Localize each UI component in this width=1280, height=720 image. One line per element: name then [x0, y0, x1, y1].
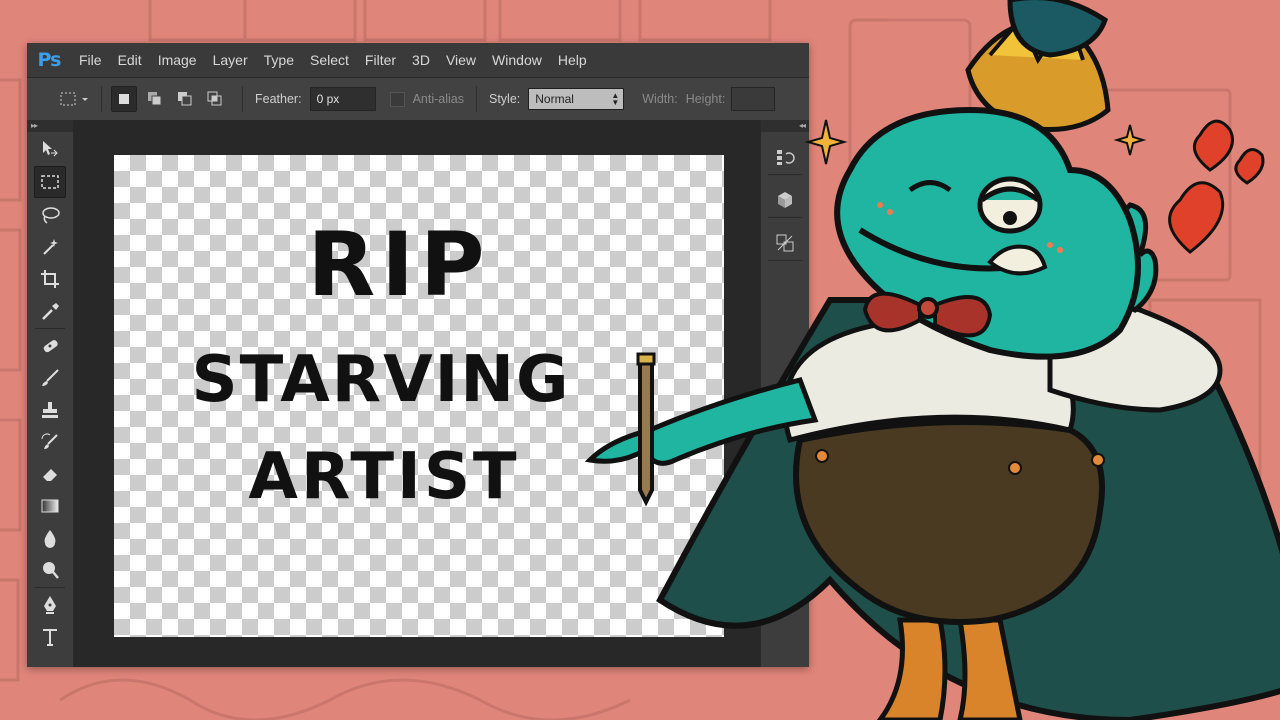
menu-edit[interactable]: Edit	[110, 52, 150, 68]
anti-alias-label: Anti-alias	[412, 92, 464, 106]
pen-tool[interactable]	[35, 590, 65, 620]
feather-label: Feather:	[255, 92, 302, 106]
healing-brush-tool[interactable]	[35, 331, 65, 361]
brush-icon	[42, 369, 59, 386]
crop-icon	[41, 270, 59, 288]
clone-stamp-icon	[42, 402, 58, 418]
collapse-tools-icon[interactable]: ▸▸	[27, 120, 73, 132]
history-brush-icon	[41, 433, 58, 449]
pencil-icon	[636, 352, 656, 507]
new-selection-button[interactable]	[111, 86, 137, 112]
menu-file[interactable]: File	[71, 52, 110, 68]
dodge-icon	[43, 562, 59, 579]
lasso-icon	[42, 207, 60, 224]
menu-type[interactable]: Type	[256, 52, 302, 68]
blur-icon	[44, 530, 56, 548]
crop-tool[interactable]	[35, 264, 65, 294]
dodge-tool[interactable]	[35, 555, 65, 585]
heart-icon	[1168, 119, 1265, 254]
brush-tool[interactable]	[35, 363, 65, 393]
rectangular-marquee-tool[interactable]	[34, 166, 66, 198]
menu-window[interactable]: Window	[484, 52, 550, 68]
feather-input[interactable]: 0 px	[309, 87, 376, 111]
pen-icon	[44, 596, 56, 614]
style-select-value: Normal	[535, 92, 574, 106]
rectangular-marquee-icon	[41, 175, 59, 189]
magic-wand-icon	[43, 239, 58, 255]
type-tool[interactable]	[35, 622, 65, 652]
intersect-selection-icon	[207, 91, 222, 106]
frog-artist-illustration	[584, 0, 1280, 720]
new-selection-icon	[119, 94, 129, 104]
marquee-preset-icon	[60, 92, 88, 106]
style-label: Style:	[488, 92, 521, 106]
clone-stamp-tool[interactable]	[35, 395, 65, 425]
menu-image[interactable]: Image	[150, 52, 205, 68]
history-brush-tool[interactable]	[35, 427, 65, 457]
subtract-selection-icon	[178, 92, 192, 106]
menu-3d[interactable]: 3D	[404, 52, 438, 68]
add-to-selection-button[interactable]	[143, 87, 167, 111]
magic-wand-tool[interactable]	[35, 232, 65, 262]
menu-layer[interactable]: Layer	[205, 52, 256, 68]
eraser-icon	[43, 469, 57, 481]
eyedropper-tool[interactable]	[35, 296, 65, 326]
move-icon	[43, 141, 58, 157]
blur-tool[interactable]	[35, 523, 65, 553]
tools-panel: ▸▸	[27, 120, 74, 667]
healing-brush-icon	[43, 340, 58, 353]
eyedropper-icon	[42, 303, 59, 320]
eraser-tool[interactable]	[35, 459, 65, 489]
intersect-selection-button[interactable]	[203, 87, 227, 111]
tool-preset-picker[interactable]	[54, 87, 92, 111]
lasso-tool[interactable]	[35, 200, 65, 230]
move-tool[interactable]	[35, 134, 65, 164]
subtract-from-selection-button[interactable]	[173, 87, 197, 111]
gradient-tool[interactable]	[35, 491, 65, 521]
menu-view[interactable]: View	[438, 52, 484, 68]
add-selection-icon	[148, 92, 162, 106]
anti-alias-checkbox[interactable]	[389, 91, 405, 107]
type-icon	[43, 629, 57, 646]
menu-select[interactable]: Select	[302, 52, 357, 68]
gradient-icon	[41, 499, 59, 513]
menu-filter[interactable]: Filter	[357, 52, 404, 68]
photoshop-logo: Ps	[37, 49, 62, 71]
